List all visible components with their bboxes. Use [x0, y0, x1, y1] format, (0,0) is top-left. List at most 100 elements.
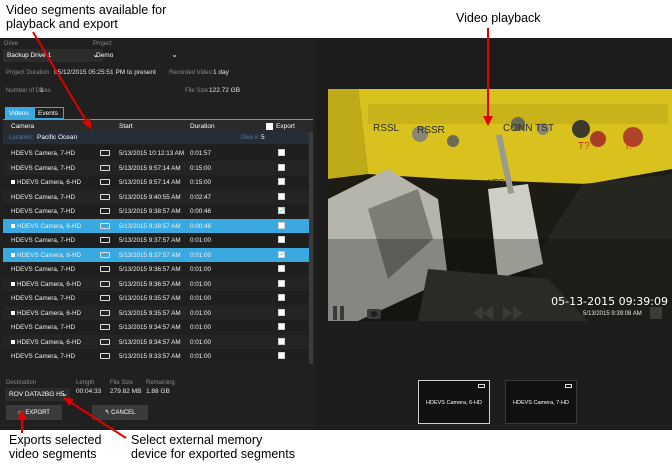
col-duration: Duration	[190, 123, 215, 130]
export-checkbox[interactable]	[278, 323, 285, 330]
duration: 0:02:47	[190, 193, 212, 201]
duration: 0:01:00	[190, 237, 212, 244]
camera-name: HDEVS Camera, 7-HD	[11, 193, 76, 201]
table-row[interactable]: HDEVS Camera, 7-HD 5/13/2015 9:35:57 AM 0:…	[3, 291, 309, 305]
table-row[interactable]: HDEVS Camera, 6-HD 5/13/2015 9:57:14 AM 0:…	[3, 175, 309, 189]
export-checkbox[interactable]	[278, 163, 285, 171]
location-label: Location:	[9, 135, 34, 141]
hd-icon	[100, 193, 110, 200]
thumbnail-camera-6[interactable]: HDEVS Camera, 6-HD	[418, 380, 490, 424]
table-row[interactable]: HDEVS Camera, 6-HD 5/13/2015 9:34:57 AM 0:…	[3, 334, 309, 349]
destination-dropdown[interactable]: ROV DATA2BG H5 ⌄	[5, 388, 70, 401]
remaining-value: 1.88 GB	[146, 388, 170, 395]
table-row[interactable]: HDEVS Camera, 6-HD 5/13/2015 9:37:57 AM 0:…	[3, 247, 309, 262]
video-player[interactable]: RSSL RSSR CONN TST UPST T? T: 05-13-2015…	[328, 89, 672, 321]
export-checkbox[interactable]	[278, 206, 285, 214]
table-row[interactable]: HDEVS Camera, 7-HD 5/13/2015 9:33:57 AM 0:…	[3, 349, 309, 363]
table-row[interactable]: HDEVS Camera, 7-HD 5/13/2015 9:38:57 AM 0:…	[3, 204, 309, 218]
plate-label: CONN TST	[503, 123, 554, 134]
export-checkbox[interactable]	[278, 192, 285, 200]
camera-name: HDEVS Camera, 6-HD	[11, 339, 81, 346]
duration: 0:01:00	[190, 251, 212, 259]
playback-time: 5/13/2015 9:39:08 AM	[583, 311, 642, 317]
hd-icon	[100, 324, 110, 330]
project-label: Project	[93, 41, 112, 47]
fullscreen-icon[interactable]	[650, 307, 662, 319]
duration: 0:15:00	[190, 164, 212, 172]
hd-icon	[100, 164, 110, 171]
export-checkbox[interactable]	[278, 236, 285, 243]
drive-label: Drive	[4, 41, 19, 47]
annotation-export: Exports selected video segments	[9, 433, 102, 461]
duration: 0:00:46	[190, 222, 212, 230]
table-row[interactable]: HDEVS Camera, 6-HD 5/13/2015 9:35:57 AM 0:…	[3, 305, 309, 320]
length-label: Length	[76, 380, 95, 386]
thumbnail-camera-7[interactable]: HDEVS Camera, 7-HD	[505, 380, 577, 424]
camera-name: HDEVS Camera, 7-HD	[11, 295, 76, 302]
plate-label: T:	[624, 141, 632, 152]
camera-name: HDEVS Camera, 6-HD	[11, 281, 81, 288]
col-export: Export	[276, 123, 295, 130]
start-time: 5/13/2015 9:57:14 AM	[119, 164, 181, 172]
export-checkbox[interactable]	[278, 178, 285, 185]
export-checkbox[interactable]	[278, 308, 285, 316]
scrollbar[interactable]	[309, 132, 313, 364]
table-row[interactable]: HDEVS Camera, 6-HD 5/13/2015 9:36:57 AM 0:…	[3, 276, 309, 291]
plate-label: RSSL	[373, 123, 400, 134]
table-row[interactable]: HDEVS Camera, 7-HD 5/13/2015 9:57:14 AM 0:…	[3, 160, 309, 175]
export-checkbox[interactable]	[278, 294, 285, 301]
table-row[interactable]: HDEVS Camera, 7-HD 5/13/2015 9:40:55 AM 0:…	[3, 189, 309, 204]
table-row[interactable]: HDEVS Camera, 7-HD 5/13/2015 9:34:57 AM 0:…	[3, 320, 309, 334]
export-checkbox[interactable]	[278, 250, 285, 258]
camera-name: HDEVS Camera, 7-HD	[11, 150, 76, 157]
cancel-button[interactable]: ↰ CANCEL	[92, 405, 148, 420]
start-time: 5/13/2015 9:33:57 AM	[119, 353, 181, 360]
filesize-label: File Size	[185, 88, 209, 94]
table-row[interactable]: HDEVS Camera, 7-HD 5/13/2015 10:12:13 AM 0…	[3, 146, 309, 160]
left-panel: Drive Backup Drive 1 ⌄ Project Demo ⌄ Pr…	[0, 38, 316, 430]
tab-events[interactable]: Events	[34, 107, 64, 119]
table-row[interactable]: HDEVS Camera, 7-HD 5/13/2015 9:36:57 AM 0:…	[3, 262, 309, 276]
hd-icon	[100, 222, 110, 229]
recorded-label: Recorded Video	[169, 70, 212, 76]
dive-value: 5	[261, 134, 265, 141]
annotation-destination: Select external memory device for export…	[131, 433, 295, 461]
dive-label: Dive #:	[241, 135, 260, 141]
annotation-segments: Video segments available for playback an…	[6, 3, 167, 31]
start-time: 5/13/2015 9:37:57 AM	[119, 251, 181, 259]
start-time: 5/13/2015 9:35:57 AM	[119, 309, 181, 317]
export-checkbox[interactable]	[278, 279, 285, 287]
hd-icon	[100, 208, 110, 214]
export-checkbox[interactable]	[278, 352, 285, 359]
project-dropdown[interactable]: Demo ⌄	[92, 49, 182, 62]
hd-icon	[478, 384, 485, 388]
export-checkbox[interactable]	[278, 221, 285, 229]
chevron-down-icon: ⌄	[61, 389, 68, 398]
duration: 0:01:00	[190, 338, 212, 346]
camera-icon[interactable]	[367, 309, 381, 319]
tab-videos[interactable]: Videos	[5, 107, 34, 119]
duration: 0:01:00	[190, 324, 212, 331]
export-button[interactable]: ▭ EXPORT	[6, 405, 62, 420]
camera-name: HDEVS Camera, 7-HD	[11, 208, 76, 215]
camera-name: HDEVS Camera, 7-HD	[11, 237, 76, 244]
duration: 0:00:46	[190, 208, 212, 215]
recorded-value: 1 day	[213, 69, 229, 76]
export-checkbox[interactable]	[278, 149, 285, 156]
start-time: 5/13/2015 10:12:13 AM	[119, 150, 185, 157]
pause-icon[interactable]	[333, 306, 345, 320]
export-checkbox[interactable]	[278, 265, 285, 272]
duration: 0:01:00	[190, 280, 212, 288]
table-row[interactable]: HDEVS Camera, 7-HD 5/13/2015 9:37:57 AM 0:…	[3, 233, 309, 247]
export-all-checkbox[interactable]	[266, 123, 273, 130]
duration: 0:01:00	[190, 353, 212, 360]
destination-value: ROV DATA2BG H5	[9, 391, 65, 398]
export-button-label: EXPORT	[25, 410, 50, 416]
duration-value: 05/12/2015 05:25:51 PM to present	[54, 69, 156, 76]
hd-icon	[100, 237, 110, 243]
fast-forward-icon[interactable]	[503, 306, 525, 320]
table-row[interactable]: HDEVS Camera, 6-HD 5/13/2015 9:38:57 AM 0:…	[3, 218, 309, 233]
camera-name: HDEVS Camera, 6-HD	[11, 179, 81, 186]
export-checkbox[interactable]	[278, 337, 285, 345]
drive-dropdown[interactable]: Backup Drive 1 ⌄	[3, 49, 103, 62]
